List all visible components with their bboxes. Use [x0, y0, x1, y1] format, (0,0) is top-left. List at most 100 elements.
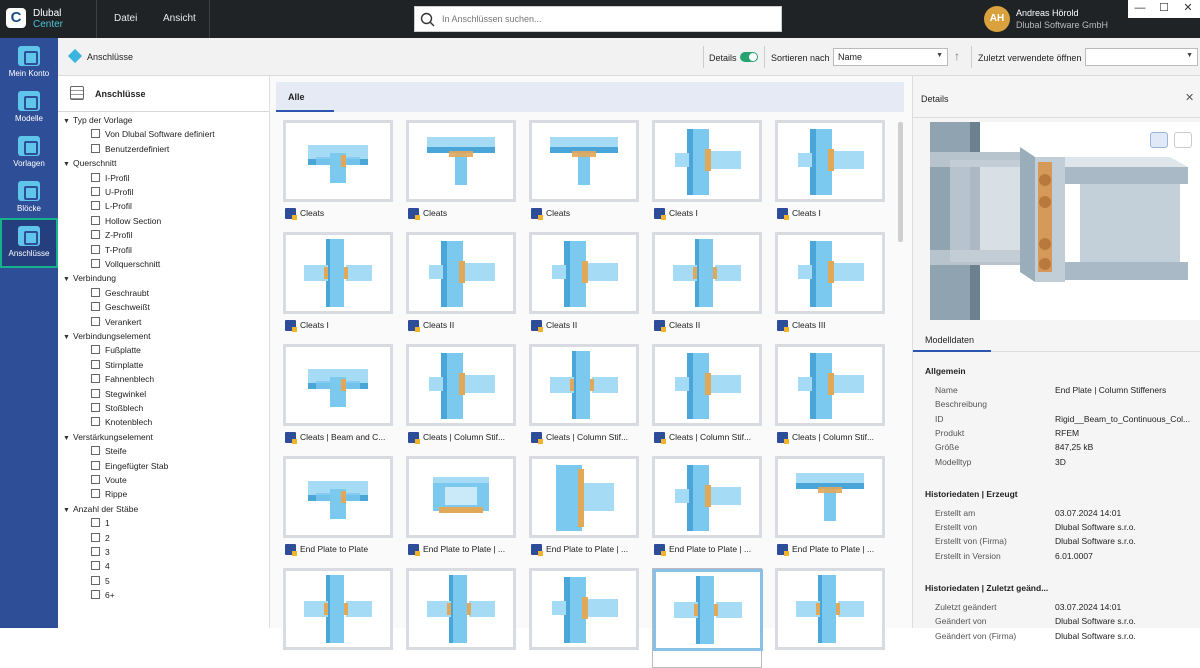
- connection-card[interactable]: Cleats III: [775, 232, 885, 332]
- card-thumbnail[interactable]: [775, 344, 885, 426]
- filter-category[interactable]: ▼ Anzahl der Stäbe: [63, 503, 138, 517]
- card-thumbnail[interactable]: [652, 456, 762, 538]
- checkbox[interactable]: [91, 547, 100, 556]
- filter-category[interactable]: ▼ Typ der Vorlage: [63, 114, 133, 128]
- chevron-down-icon[interactable]: ▼: [63, 433, 73, 445]
- checkbox[interactable]: [91, 201, 100, 211]
- search-input[interactable]: In Anschlüssen suchen...: [414, 6, 782, 32]
- connection-card[interactable]: Cleats: [529, 120, 639, 220]
- nav-mein-konto[interactable]: Mein Konto: [0, 42, 58, 88]
- filter-option[interactable]: Von Dlubal Software definiert: [91, 128, 215, 142]
- connection-card[interactable]: End Plate to Plate | ...: [529, 456, 639, 556]
- connection-card[interactable]: End Plate to Plate | ...: [652, 456, 762, 556]
- filter-option[interactable]: Knotenblech: [91, 416, 152, 430]
- nav-vorlagen[interactable]: Vorlagen: [0, 132, 58, 178]
- card-thumbnail[interactable]: [529, 344, 639, 426]
- card-thumbnail[interactable]: [283, 344, 393, 426]
- menu-datei[interactable]: Datei: [114, 13, 137, 24]
- connection-card[interactable]: Cleats | Column Stif...: [529, 344, 639, 444]
- tab-modelldaten[interactable]: Modelldaten: [913, 328, 1200, 352]
- card-thumbnail[interactable]: [775, 232, 885, 314]
- gallery-scrollbar[interactable]: [898, 122, 903, 242]
- filter-option[interactable]: U-Profil: [91, 186, 133, 200]
- checkbox[interactable]: [91, 446, 100, 456]
- filter-option[interactable]: Stegwinkel: [91, 388, 146, 402]
- filter-option[interactable]: 2: [91, 532, 110, 546]
- close-icon[interactable]: ✕: [1185, 91, 1194, 104]
- card-thumbnail[interactable]: [529, 456, 639, 538]
- connection-card[interactable]: Cleats | Column Stif...: [775, 344, 885, 444]
- minimize-button[interactable]: —: [1128, 0, 1152, 18]
- card-thumbnail[interactable]: [406, 344, 516, 426]
- checkbox[interactable]: [91, 287, 100, 297]
- checkbox[interactable]: [91, 575, 100, 585]
- checkbox[interactable]: [91, 172, 100, 182]
- connection-card[interactable]: Cleats: [283, 120, 393, 220]
- card-thumbnail[interactable]: [406, 456, 516, 538]
- checkbox[interactable]: [91, 518, 100, 528]
- checkbox[interactable]: [91, 475, 100, 484]
- checkbox[interactable]: [91, 403, 100, 412]
- checkbox[interactable]: [91, 374, 100, 384]
- 3d-view-button[interactable]: [1150, 132, 1168, 148]
- filter-option[interactable]: Fußplatte: [91, 344, 141, 358]
- connection-card[interactable]: Cleats | Column Stif...: [406, 344, 516, 444]
- checkbox[interactable]: [91, 316, 100, 326]
- filter-option[interactable]: I-Profil: [91, 172, 130, 186]
- filter-option[interactable]: 3: [91, 546, 110, 560]
- filter-option[interactable]: Z-Profil: [91, 229, 132, 243]
- card-thumbnail[interactable]: [283, 120, 393, 202]
- maximize-button[interactable]: ☐: [1152, 0, 1176, 18]
- filter-option[interactable]: 5: [91, 575, 110, 589]
- close-window-button[interactable]: ✕: [1176, 0, 1200, 18]
- chevron-down-icon[interactable]: ▼: [63, 116, 73, 128]
- filter-category[interactable]: ▼ Verbindung: [63, 272, 116, 286]
- nav-anschluesse[interactable]: Anschlüsse: [0, 218, 58, 268]
- chevron-down-icon[interactable]: ▼: [63, 274, 73, 286]
- checkbox[interactable]: [91, 187, 100, 196]
- chevron-down-icon[interactable]: ▼: [63, 505, 73, 517]
- avatar[interactable]: AH: [984, 6, 1010, 32]
- checkbox[interactable]: [91, 129, 100, 139]
- card-thumbnail[interactable]: [406, 568, 516, 650]
- nav-bloecke[interactable]: Blöcke: [0, 177, 58, 223]
- filter-option[interactable]: Vollquerschnitt: [91, 258, 160, 272]
- filter-option[interactable]: Voute: [91, 474, 127, 488]
- filter-option[interactable]: Hollow Section: [91, 215, 161, 229]
- connection-card[interactable]: Cleats | Column Stif...: [652, 344, 762, 444]
- connection-card[interactable]: [652, 568, 763, 668]
- checkbox[interactable]: [91, 489, 100, 499]
- card-thumbnail[interactable]: [406, 232, 516, 314]
- card-thumbnail[interactable]: [283, 568, 393, 650]
- connection-card[interactable]: Cleats | Beam and C...: [283, 344, 393, 444]
- sort-direction-icon[interactable]: ↑: [954, 49, 960, 63]
- card-thumbnail[interactable]: [529, 232, 639, 314]
- filter-option[interactable]: Geschweißt: [91, 301, 150, 315]
- checkbox[interactable]: [91, 417, 100, 427]
- checkbox[interactable]: [91, 460, 100, 470]
- checkbox[interactable]: [91, 590, 100, 600]
- filter-option[interactable]: 6+: [91, 589, 115, 603]
- filter-option[interactable]: T-Profil: [91, 244, 132, 258]
- connection-card[interactable]: Cleats II: [652, 232, 762, 332]
- card-thumbnail[interactable]: [775, 568, 885, 650]
- card-thumbnail[interactable]: [653, 569, 763, 651]
- card-thumbnail[interactable]: [529, 568, 639, 650]
- connection-card[interactable]: [775, 568, 885, 668]
- card-thumbnail[interactable]: [529, 120, 639, 202]
- details-toggle[interactable]: [740, 52, 758, 62]
- nav-modelle[interactable]: Modelle: [0, 87, 58, 133]
- card-thumbnail[interactable]: [406, 120, 516, 202]
- connection-card[interactable]: Cleats I: [652, 120, 762, 220]
- checkbox[interactable]: [91, 561, 100, 571]
- card-thumbnail[interactable]: [652, 232, 762, 314]
- checkbox[interactable]: [91, 345, 100, 355]
- checkbox[interactable]: [91, 532, 100, 542]
- checkbox[interactable]: [91, 259, 100, 268]
- filter-option[interactable]: Verankert: [91, 316, 141, 330]
- card-thumbnail[interactable]: [283, 456, 393, 538]
- card-thumbnail[interactable]: [775, 120, 885, 202]
- sort-select[interactable]: Name ▼: [833, 48, 948, 66]
- connection-card[interactable]: Cleats I: [283, 232, 393, 332]
- filter-option[interactable]: Geschraubt: [91, 287, 149, 301]
